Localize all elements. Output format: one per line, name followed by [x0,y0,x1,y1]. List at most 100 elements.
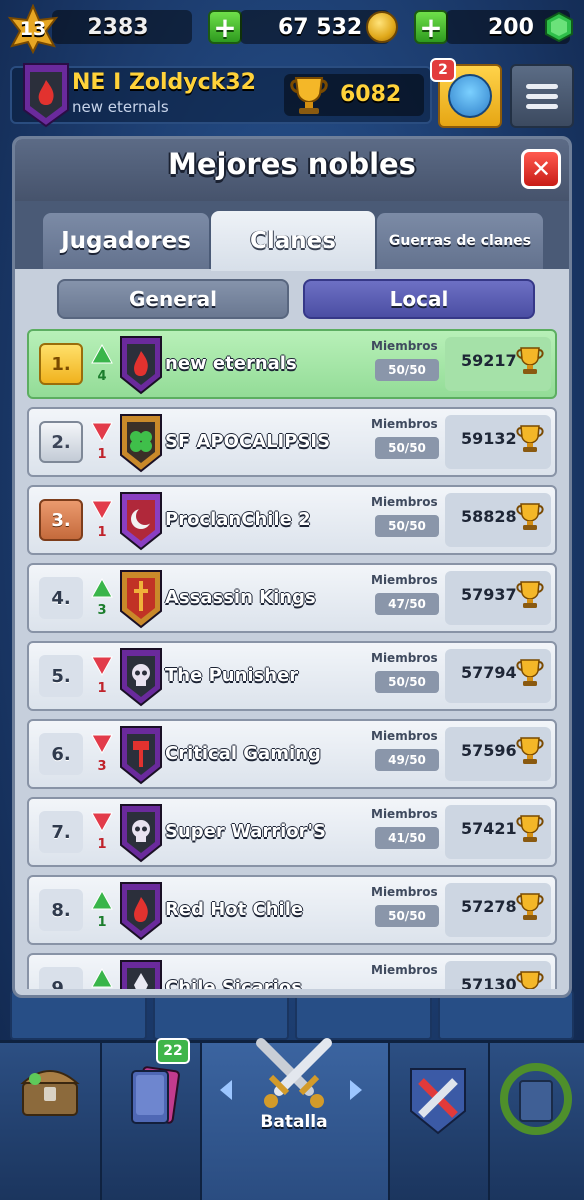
clan-name: The Punisher [165,665,299,686]
rank-down-icon: 1 [91,655,113,699]
trophy-icon [515,579,545,611]
player-clan-name: new eternals [72,98,169,116]
members-label: Miembros [371,807,438,821]
rank-change: 1 [97,447,107,462]
trophy-icon [515,657,545,689]
clan-row[interactable]: 9. Chile Sicarios Miembros 57130 [27,953,557,989]
members-count: 50/50 [375,905,439,927]
clan-row[interactable]: 4. 3 Assassin Kings Miembros 47/50 57937 [27,563,557,633]
arrow-left-icon[interactable] [220,1080,232,1100]
rank-number: 3. [39,499,83,541]
rank-number: 5. [39,655,83,697]
clan-trophies: 59217 [461,351,517,370]
scope-local-button[interactable]: Local [303,279,535,319]
nav-clan[interactable] [388,1043,488,1200]
trophy-icon [515,345,545,377]
chest-icon [20,1070,80,1116]
clan-row[interactable]: 5. 1 The Punisher Miembros 50/50 57794 [27,641,557,711]
close-icon: ✕ [530,155,552,183]
clan-badge-icon [117,333,165,395]
rank-down-icon: 1 [91,811,113,855]
members-label: Miembros [371,885,438,899]
player-trophies: 6082 [340,82,402,107]
rank-change: 4 [97,369,107,384]
clan-badge-icon [117,489,165,551]
clan-trophies: 59132 [461,429,517,448]
nav-cards[interactable] [100,1043,200,1200]
crossed-swords-icon [256,1038,332,1108]
trophy-icon [290,77,328,114]
xp-counter: 2383 [52,10,192,44]
trophy-icon [515,969,545,989]
tab-clan-wars[interactable]: Guerras de clanes [377,213,543,269]
notification-count: 2 [430,58,456,82]
clan-row[interactable]: 2. 1 SF APOCALIPSIS Miembros 50/50 59132 [27,407,557,477]
members-count: 50/50 [375,671,439,693]
clan-badge-icon [117,801,165,863]
clan-badge-icon [117,879,165,941]
rank-up-icon [91,967,113,989]
clan-badge-icon [117,567,165,629]
shield-icon [410,1068,466,1135]
clan-ranking-list[interactable]: 1. 4 new eternals Miembros 50/50 59217 2. 1 S… [27,329,557,989]
clan-row[interactable]: 3. 1 ProclanChile 2 Miembros 50/50 58828 [27,485,557,555]
laurel-frame-icon [500,1063,572,1135]
members-label: Miembros [371,573,438,587]
clan-trophies: 57937 [461,585,517,604]
rank-number: 8. [39,889,83,931]
clan-trophies: 57596 [461,741,517,760]
clan-badge-icon [117,723,165,785]
arrow-right-icon[interactable] [350,1080,362,1100]
clan-name: Super Warrior'S [165,821,327,842]
rank-up-icon: 1 [91,889,113,933]
level-value: 13 [19,18,47,40]
gems-value: 200 [488,14,534,40]
clan-name: new eternals [165,353,297,374]
clan-row[interactable]: 7. 1 Super Warrior'S Miembros 41/50 57421 [27,797,557,867]
menu-icon [526,84,558,89]
clan-badge-icon [23,63,69,128]
clan-name: Chile Sicarios [165,977,302,989]
rank-number: 1. [39,343,83,385]
add-gems-button[interactable]: + [414,10,448,44]
clan-row[interactable]: 1. 4 new eternals Miembros 50/50 59217 [27,329,557,399]
battle-label: Batalla [260,1112,328,1132]
members-label: Miembros [371,495,438,509]
rank-change: 3 [97,603,107,618]
clan-trophies: 57421 [461,819,517,838]
trophy-icon [515,735,545,767]
rank-number: 7. [39,811,83,853]
gem-icon [545,12,573,42]
clan-row[interactable]: 6. 3 Critical Gaming Miembros 49/50 57596 [27,719,557,789]
player-bar[interactable]: NE I Zoldyck32 new eternals 6082 [10,63,432,128]
rank-up-icon: 3 [91,577,113,621]
rank-down-icon: 3 [91,733,113,777]
nav-shop[interactable] [0,1043,100,1200]
members-label: Miembros [371,339,438,353]
add-gold-button[interactable]: + [208,10,242,44]
tab-clans[interactable]: Clanes [211,211,375,271]
clan-name: ProclanChile 2 [165,509,311,530]
menu-button[interactable] [510,64,574,128]
close-button[interactable]: ✕ [521,149,561,189]
nav-events[interactable] [488,1043,584,1200]
clan-name: SF APOCALIPSIS [165,431,331,452]
cards-count-badge: 22 [156,1038,190,1064]
clan-name: Assassin Kings [165,587,316,608]
scope-general-button[interactable]: General [57,279,289,319]
clan-row[interactable]: 8. 1 Red Hot Chile Miembros 50/50 57278 [27,875,557,945]
cards-icon [131,1066,180,1124]
rank-number: 2. [39,421,83,463]
trophy-icon [515,813,545,845]
rank-number: 4. [39,577,83,619]
dialog-header: Mejores nobles ✕ [15,139,569,201]
gold-coin-icon [366,11,398,43]
members-label: Miembros [371,729,438,743]
members-count: 50/50 [375,515,439,537]
leaderboard-dialog: Mejores nobles ✕ Jugadores Clanes Guerra… [12,136,572,998]
members-label: Miembros [371,651,438,665]
rank-change: 1 [97,837,107,852]
tab-players[interactable]: Jugadores [43,213,209,269]
rank-number: 6. [39,733,83,775]
rank-change: 1 [97,915,107,930]
